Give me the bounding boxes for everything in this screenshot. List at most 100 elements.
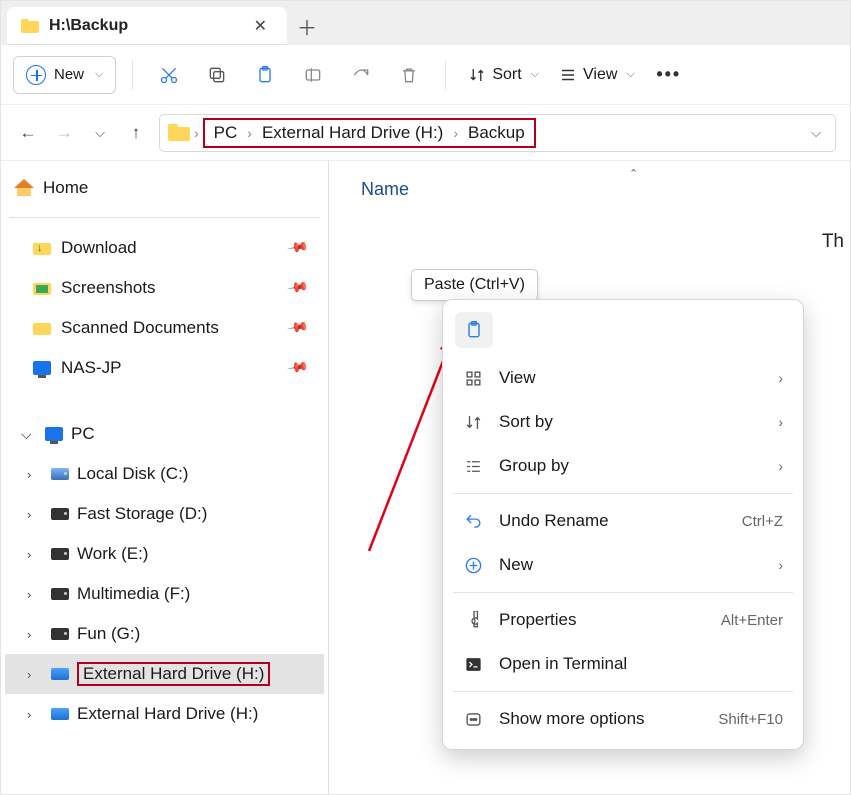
shortcut-hint: Alt+Enter [721,612,783,629]
breadcrumb-pc[interactable]: PC [208,121,244,145]
rename-button[interactable] [293,58,333,92]
close-tab-button[interactable]: ✕ [250,14,271,38]
column-label: Name [361,179,409,200]
chevron-right-icon: › [778,414,783,430]
sidebar: Home Download 📌 Screenshots 📌 Scanned Do… [1,161,329,794]
share-button[interactable] [341,58,381,92]
sidebar-home[interactable]: Home [5,169,324,207]
context-show-more[interactable]: Show more options Shift+F10 [449,697,797,741]
breadcrumb-drive[interactable]: External Hard Drive (H:) [256,121,449,145]
context-paste-button[interactable] [455,312,493,348]
drive-external-h-selected[interactable]: › External Hard Drive (H:) [5,654,324,694]
drive-fun-g[interactable]: › Fun (G:) [5,614,324,654]
view-button[interactable]: View ⌵ [553,56,641,94]
drive-external-h[interactable]: › External Hard Drive (H:) [5,694,324,734]
cut-button[interactable] [149,58,189,92]
quick-access-download[interactable]: Download 📌 [5,228,324,268]
folder-icon [168,124,190,142]
expand-icon[interactable]: › [27,547,43,562]
wrench-icon [463,611,483,630]
context-sort-by[interactable]: Sort by › [449,400,797,444]
grid-icon [463,369,483,388]
context-view[interactable]: View › [449,356,797,400]
divider [453,493,793,494]
menu-label: Undo Rename [499,511,726,531]
expand-icon[interactable]: › [27,507,43,522]
active-tab[interactable]: H:\Backup ✕ [7,7,287,45]
divider [453,691,793,692]
forward-button[interactable]: → [51,120,77,146]
tab-bar: H:\Backup ✕ ＋ [1,1,850,45]
recent-dropdown[interactable]: ⌵ [87,120,113,146]
expand-icon[interactable]: › [27,707,43,722]
new-button[interactable]: New ⌵ [13,56,116,94]
group-icon [463,457,483,476]
copy-button[interactable] [197,58,237,92]
drive-work-e[interactable]: › Work (E:) [5,534,324,574]
drive-fast-d[interactable]: › Fast Storage (D:) [5,494,324,534]
drive-label: Fun (G:) [77,624,140,644]
expand-icon[interactable]: ⌵ [21,426,37,443]
pin-icon: 📌 [285,316,309,340]
annotation-highlight: PC › External Hard Drive (H:) › Backup [203,118,536,148]
more-button[interactable]: ••• [649,64,689,85]
new-tab-button[interactable]: ＋ [287,7,327,45]
context-menu: View › Sort by › Group by › Undo Rename … [442,299,804,750]
chevron-right-icon: › [247,125,252,141]
drive-label: Fast Storage (D:) [77,504,207,524]
context-open-terminal[interactable]: Open in Terminal [449,642,797,686]
view-label: View [583,66,617,84]
breadcrumb-folder[interactable]: Backup [462,121,531,145]
paste-button[interactable] [245,58,285,92]
drive-label: Local Disk (C:) [77,464,188,484]
delete-button[interactable] [389,58,429,92]
sort-label: Sort [492,66,521,84]
back-button[interactable]: ← [15,120,41,146]
address-dropdown[interactable]: ⌵ [805,125,827,141]
chevron-right-icon: › [778,557,783,573]
drive-multimedia-f[interactable]: › Multimedia (F:) [5,574,324,614]
divider [9,217,320,218]
divider [453,592,793,593]
expand-icon[interactable]: › [27,467,43,482]
sort-indicator-icon: ⌃ [629,167,638,180]
home-label: Home [43,178,88,198]
home-icon [15,180,33,196]
folder-icon [21,19,39,34]
sidebar-pc[interactable]: ⌵ PC [5,414,324,454]
external-drive-icon [51,708,69,720]
expand-icon[interactable]: › [27,627,43,642]
up-button[interactable]: ↑ [123,120,149,146]
quick-access-nas[interactable]: NAS-JP 📌 [5,348,324,388]
monitor-icon [33,361,51,375]
shortcut-hint: Shift+F10 [718,711,783,728]
main-split: Home Download 📌 Screenshots 📌 Scanned Do… [1,161,850,794]
drive-local-c[interactable]: › Local Disk (C:) [5,454,324,494]
chevron-down-icon: ⌵ [626,68,634,81]
menu-label: New [499,555,762,575]
context-new[interactable]: New › [449,543,797,587]
context-undo-rename[interactable]: Undo Rename Ctrl+Z [449,499,797,543]
pin-icon: 📌 [285,356,309,380]
quick-access-scanned[interactable]: Scanned Documents 📌 [5,308,324,348]
content-area[interactable]: ⌃ Name Th Paste (Ctrl+V) View › [329,161,850,794]
sort-icon [463,413,483,432]
context-group-by[interactable]: Group by › [449,444,797,488]
expand-icon[interactable]: › [27,587,43,602]
drive-icon [51,628,69,640]
drive-icon [51,588,69,600]
drive-label: Multimedia (F:) [77,584,190,604]
divider [132,60,133,90]
divider [445,60,446,90]
empty-folder-text: Th [822,231,844,253]
plus-icon [26,65,46,85]
shortcut-hint: Ctrl+Z [742,513,783,530]
new-label: New [54,66,84,83]
context-properties[interactable]: Properties Alt+Enter [449,598,797,642]
menu-label: Properties [499,610,705,630]
expand-icon[interactable]: › [27,667,43,682]
address-bar[interactable]: › PC › External Hard Drive (H:) › Backup… [159,114,836,152]
sort-button[interactable]: Sort ⌵ [462,56,545,94]
quick-access-screenshots[interactable]: Screenshots 📌 [5,268,324,308]
column-header-name[interactable]: Name [349,171,830,208]
